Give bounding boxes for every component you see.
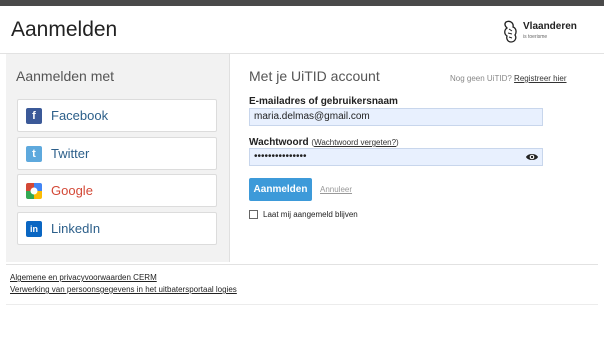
email-label: E-mailadres of gebruikersnaam [249, 96, 398, 107]
no-account-text: Nog geen UiTID? [450, 74, 512, 83]
password-field[interactable]: ••••••••••••••• [249, 148, 543, 166]
twitter-login-button[interactable]: t Twitter [17, 137, 217, 170]
social-login-title: Aanmelden met [16, 68, 115, 84]
footer-divider [6, 264, 598, 265]
linkedin-label: LinkedIn [51, 221, 101, 236]
twitter-icon: t [26, 146, 42, 162]
data-processing-link[interactable]: Verwerking van persoonsgegevens in het u… [10, 285, 237, 294]
footer-bottom-divider [6, 304, 598, 305]
email-field[interactable]: maria.delmas@gmail.com [249, 108, 543, 126]
flemish-lion-icon [504, 20, 517, 43]
facebook-label: Facebook [51, 108, 109, 123]
header: Aanmelden Vlaanderen is toerisme [0, 6, 604, 54]
social-login-panel: Aanmelden met f Facebook t Twitter Googl… [6, 54, 230, 262]
google-login-button[interactable]: Google [17, 174, 217, 207]
password-label-row: Wachtwoord (Wachtwoord vergeten?) [249, 137, 399, 148]
logo-subtitle: is toerisme [523, 34, 548, 40]
logo-brand-text: Vlaanderen [523, 21, 577, 32]
linkedin-icon: in [26, 221, 42, 237]
vlaanderen-logo[interactable]: Vlaanderen is toerisme [502, 18, 592, 48]
cancel-link[interactable]: Annuleer [320, 185, 352, 194]
google-label: Google [51, 183, 93, 198]
google-icon [26, 183, 42, 199]
page-title: Aanmelden [11, 18, 118, 41]
remember-me-row[interactable]: Laat mij aangemeld blijven [249, 209, 449, 223]
facebook-login-button[interactable]: f Facebook [17, 99, 217, 132]
remember-me-label: Laat mij aangemeld blijven [263, 210, 358, 219]
eye-icon[interactable] [525, 152, 539, 162]
twitter-label: Twitter [51, 146, 90, 161]
linkedin-login-button[interactable]: in LinkedIn [17, 212, 217, 245]
register-link[interactable]: Registreer hier [514, 74, 566, 83]
privacy-terms-link[interactable]: Algemene en privacyvoorwaarden CERM [10, 273, 157, 282]
password-label: Wachtwoord [249, 137, 309, 148]
facebook-icon: f [26, 108, 42, 124]
remember-me-checkbox[interactable] [249, 210, 258, 219]
forgot-password-link[interactable]: Wachtwoord vergeten? [314, 138, 396, 147]
login-button[interactable]: Aanmelden [249, 178, 312, 201]
register-prompt: Nog geen UiTID? Registreer hier [450, 74, 567, 83]
uitid-login-title: Met je UiTID account [249, 68, 380, 84]
